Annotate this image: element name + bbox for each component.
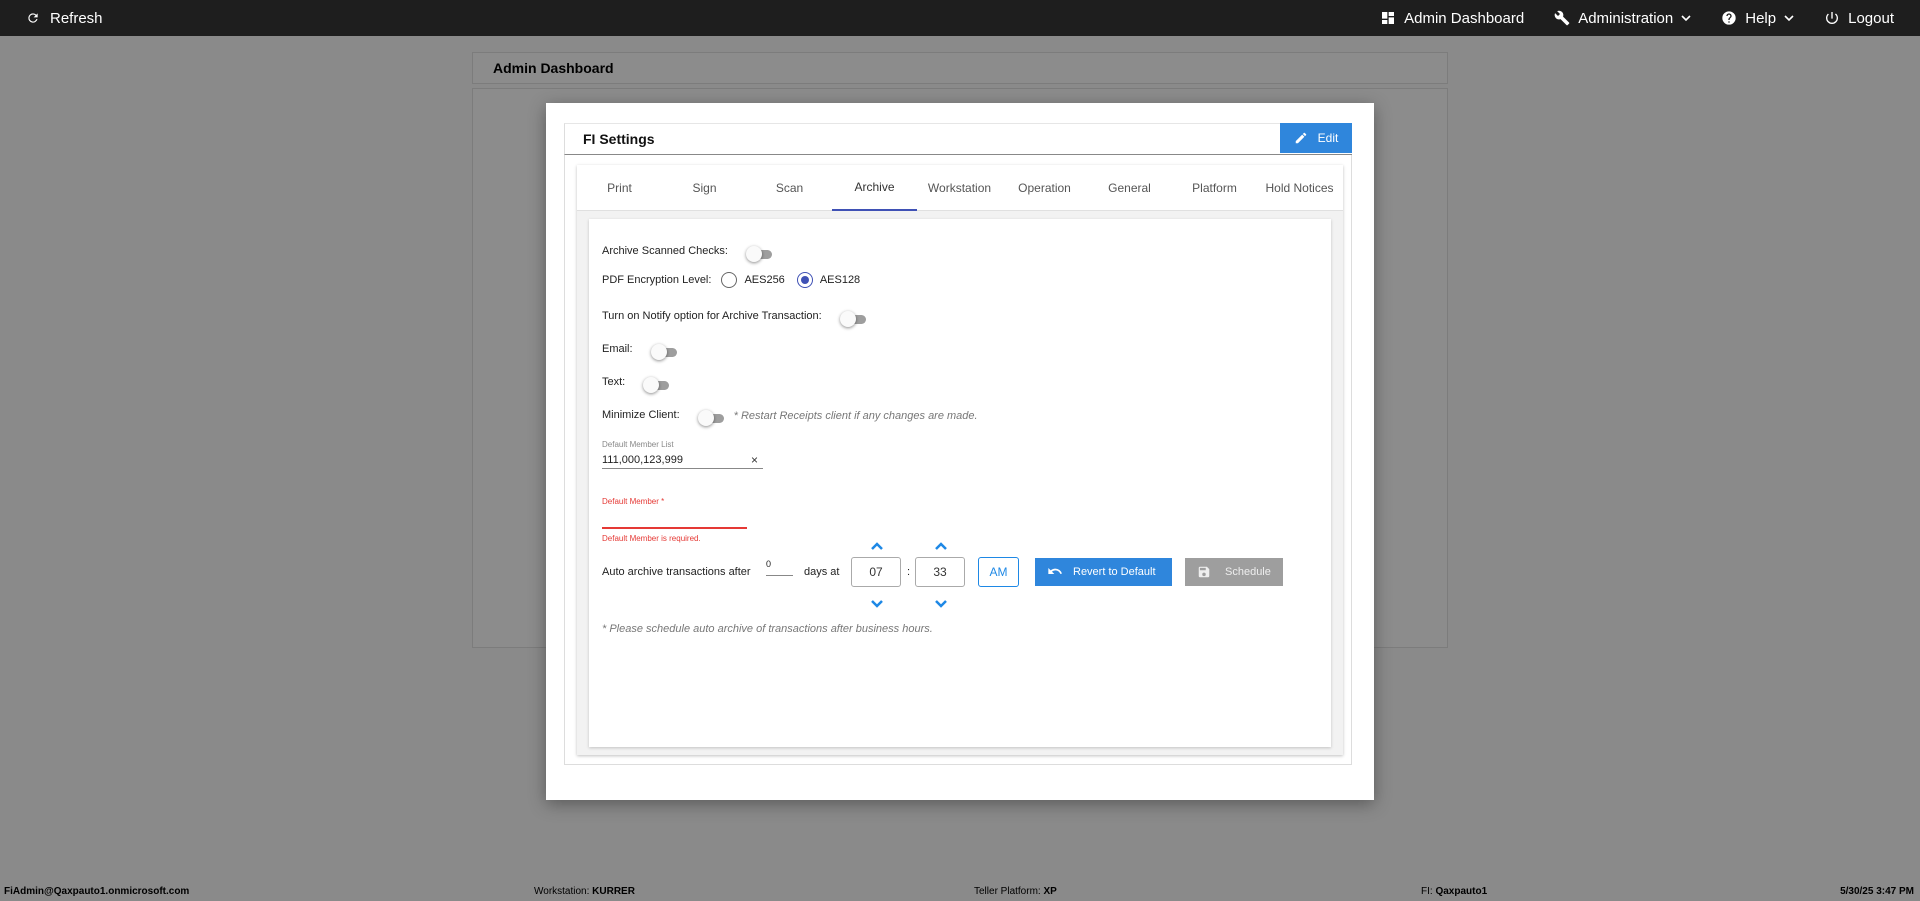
days-input[interactable]	[766, 559, 793, 576]
schedule-button[interactable]: Schedule	[1185, 558, 1283, 586]
nav-logout-label: Logout	[1848, 9, 1894, 27]
email-toggle[interactable]	[650, 344, 677, 360]
tab-sign[interactable]: Sign	[662, 165, 747, 211]
top-nav-bar: Refresh Admin Dashboard Administration H…	[0, 0, 1920, 36]
refresh-button[interactable]: Refresh	[26, 10, 103, 27]
clear-member-list-icon[interactable]: ×	[751, 453, 758, 467]
footer-teller-platform: Teller Platform: XP	[974, 886, 1057, 897]
nav-administration-label: Administration	[1578, 9, 1674, 27]
undo-icon	[1048, 568, 1062, 574]
aes128-label: AES128	[819, 274, 861, 286]
modal-title: FI Settings	[583, 131, 655, 147]
minimize-client-toggle[interactable]	[697, 410, 724, 426]
hour-down-arrow-icon[interactable]	[868, 597, 886, 609]
settings-tabs: Print Sign Scan Archive Workstation Oper…	[577, 165, 1343, 211]
save-icon	[1198, 566, 1210, 578]
dashboard-icon	[1382, 12, 1395, 24]
notify-toggle[interactable]	[839, 311, 866, 327]
text-label: Text:	[602, 376, 626, 388]
schedule-label: Schedule	[1225, 566, 1271, 578]
tab-operation[interactable]: Operation	[1002, 165, 1087, 211]
pdf-encryption-label: PDF Encryption Level:	[602, 274, 712, 286]
minimize-client-label: Minimize Client:	[602, 409, 680, 421]
settings-card: Print Sign Scan Archive Workstation Oper…	[577, 165, 1343, 755]
footer-workstation: Workstation: KURRER	[534, 886, 635, 897]
archive-scanned-checks-toggle[interactable]	[745, 246, 772, 262]
text-toggle[interactable]	[643, 377, 670, 393]
tab-print[interactable]: Print	[577, 165, 662, 211]
email-label: Email:	[602, 343, 633, 355]
background-page-title: Admin Dashboard	[493, 60, 614, 76]
days-at-label: days at	[804, 566, 840, 578]
auto-archive-prefix: Auto archive transactions after	[602, 566, 751, 578]
notify-row: Turn on Notify option for Archive Transa…	[602, 307, 866, 327]
archive-scanned-checks-label: Archive Scanned Checks:	[602, 245, 728, 257]
chevron-down-icon	[1784, 15, 1794, 22]
schedule-note: * Please schedule auto archive of transa…	[602, 623, 933, 635]
modal-header: FI Settings Edit	[564, 123, 1352, 155]
aes128-radio[interactable]	[796, 272, 813, 288]
tab-workstation[interactable]: Workstation	[917, 165, 1002, 211]
nav-administration[interactable]: Administration	[1554, 10, 1691, 27]
footer-datetime: 5/30/25 3:47 PM	[1840, 886, 1914, 897]
tab-hold-notices[interactable]: Hold Notices	[1257, 165, 1342, 211]
wrench-icon	[1554, 10, 1570, 26]
hour-up-arrow-icon[interactable]	[868, 539, 886, 551]
default-member-list-label: Default Member List	[602, 440, 674, 449]
hour-field[interactable]: 07	[851, 557, 901, 587]
footer-user: FiAdmin@Qaxpauto1.onmicrosoft.com	[4, 886, 190, 897]
default-member-input[interactable]	[602, 511, 747, 529]
nav-logout[interactable]: Logout	[1824, 10, 1894, 27]
revert-to-default-button[interactable]: Revert to Default	[1035, 558, 1172, 586]
refresh-label: Refresh	[50, 9, 103, 27]
default-member-label: Default Member *	[602, 497, 665, 506]
tab-scan[interactable]: Scan	[747, 165, 832, 211]
minimize-client-row: Minimize Client: * Restart Receipts clie…	[602, 406, 978, 426]
refresh-icon	[28, 13, 38, 23]
default-member-list-input[interactable]	[602, 451, 763, 469]
notify-label: Turn on Notify option for Archive Transa…	[602, 310, 822, 322]
nav-help-label: Help	[1745, 9, 1777, 27]
revert-to-default-label: Revert to Default	[1073, 566, 1156, 578]
nav-help[interactable]: Help	[1721, 10, 1794, 27]
aes256-label: AES256	[744, 274, 785, 286]
status-footer: FiAdmin@Qaxpauto1.onmicrosoft.com Workst…	[0, 881, 1920, 901]
archive-panel: Archive Scanned Checks: PDF Encryption L…	[589, 219, 1331, 747]
edit-button[interactable]: Edit	[1280, 123, 1352, 153]
background-page-header: Admin Dashboard	[472, 52, 1448, 84]
minute-up-arrow-icon[interactable]	[932, 539, 950, 551]
email-row: Email:	[602, 340, 677, 360]
pencil-icon	[1295, 132, 1306, 144]
pdf-encryption-row: PDF Encryption Level: AES256 AES128	[602, 272, 860, 288]
text-row: Text:	[602, 373, 670, 393]
footer-fi: FI: Qaxpauto1	[1421, 886, 1488, 897]
fi-settings-modal: FI Settings Edit Print Sign Scan Archive…	[546, 103, 1374, 800]
aes256-radio[interactable]	[721, 272, 738, 288]
default-member-error: Default Member is required.	[602, 534, 701, 543]
minute-field[interactable]: 33	[915, 557, 965, 587]
chevron-down-icon	[1681, 15, 1691, 22]
time-colon: :	[907, 566, 911, 578]
power-icon	[1826, 12, 1839, 24]
tab-general[interactable]: General	[1087, 165, 1172, 211]
restart-note: * Restart Receipts client if any changes…	[733, 410, 978, 422]
ampm-toggle-button[interactable]: AM	[978, 557, 1019, 587]
tab-platform[interactable]: Platform	[1172, 165, 1257, 211]
edit-button-label: Edit	[1317, 131, 1339, 145]
help-icon	[1722, 11, 1736, 25]
archive-scanned-checks-row: Archive Scanned Checks:	[602, 242, 772, 262]
minute-down-arrow-icon[interactable]	[932, 597, 950, 609]
tab-archive[interactable]: Archive	[832, 165, 917, 211]
nav-admin-dashboard-label: Admin Dashboard	[1404, 9, 1525, 27]
nav-admin-dashboard[interactable]: Admin Dashboard	[1380, 10, 1524, 27]
